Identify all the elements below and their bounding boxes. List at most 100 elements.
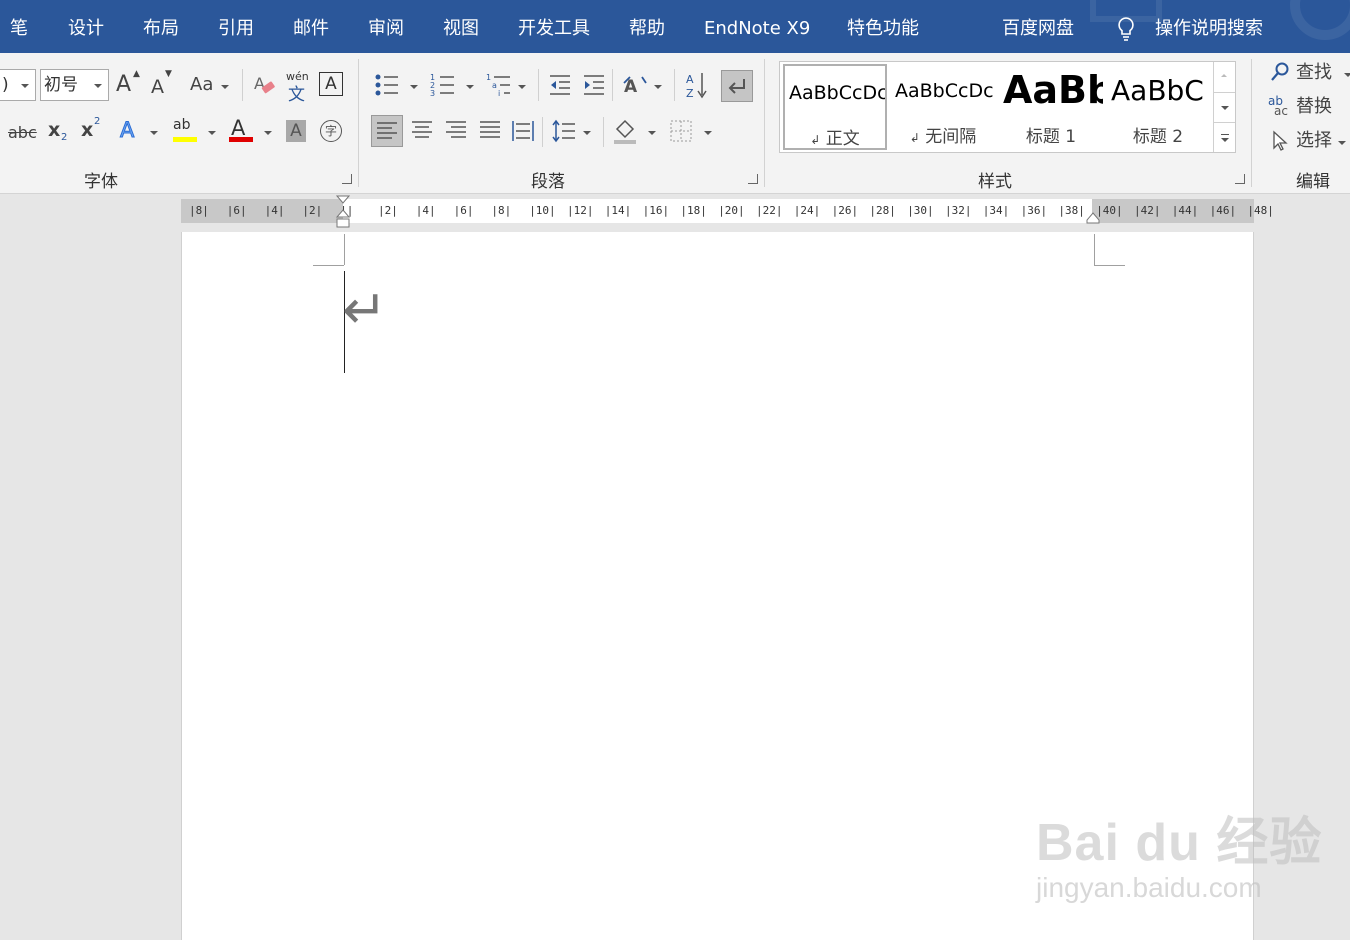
lightbulb-icon[interactable] [1116, 16, 1136, 42]
tab-design[interactable]: 设计 [68, 17, 104, 41]
select-button[interactable]: 选择 [1296, 129, 1332, 153]
tell-me-search[interactable]: 操作说明搜索 [1155, 17, 1263, 41]
tab-developer[interactable]: 开发工具 [518, 17, 590, 41]
tab-view[interactable]: 视图 [443, 17, 479, 41]
chevron-down-icon[interactable] [648, 131, 656, 135]
enclose-characters-button[interactable]: 字 [320, 120, 342, 142]
group-separator [764, 59, 765, 187]
ruler-number: |48| [1247, 204, 1274, 217]
phonetic-guide-button[interactable]: 文 [288, 80, 305, 105]
tab-layout[interactable]: 布局 [143, 17, 179, 41]
clear-formatting-icon[interactable]: A [254, 73, 276, 97]
ruler-number: |6| [453, 204, 474, 217]
style-name: ↲ 无间隔 [909, 127, 977, 147]
search-icon[interactable] [1270, 62, 1290, 82]
highlight-button[interactable]: ab [173, 117, 190, 133]
justify-button[interactable] [478, 119, 502, 143]
gallery-scroll-up[interactable] [1213, 62, 1235, 92]
replace-button[interactable]: 替换 [1296, 95, 1332, 119]
shading-bucket-icon[interactable] [613, 117, 639, 145]
styles-dialog-launcher[interactable] [1235, 174, 1245, 184]
ruler-number: |34| [982, 204, 1010, 217]
chevron-down-icon[interactable] [654, 85, 662, 89]
show-hide-marks-button[interactable] [721, 70, 753, 102]
style-sample: AaBbC [1111, 74, 1204, 107]
chevron-down-icon[interactable] [410, 85, 418, 89]
tab-references[interactable]: 引用 [218, 17, 254, 41]
tab-special-features[interactable]: 特色功能 [847, 17, 919, 41]
decrease-indent-button[interactable] [548, 73, 572, 97]
style-heading-2[interactable]: AaBbC 标题 2 [1107, 64, 1209, 150]
chevron-down-icon[interactable] [264, 131, 272, 135]
select-cursor-icon[interactable] [1272, 130, 1288, 152]
editing-group-label: 编辑 [1296, 172, 1330, 192]
superscript-button[interactable]: x [81, 119, 93, 141]
style-no-spacing[interactable]: AaBbCcDc ↲ 无间隔 [891, 64, 995, 150]
sort-button[interactable]: AZ [684, 71, 710, 99]
chevron-down-icon[interactable] [1338, 141, 1346, 145]
paragraph-group-label: 段落 [531, 172, 565, 192]
horizontal-ruler[interactable]: |8| |6| |4| |2| || |2| |4| |6| |8| |10| |12| |14| |1… [181, 195, 1274, 228]
font-size-combo[interactable]: 初号 [40, 69, 109, 101]
numbering-button[interactable]: 123 [430, 73, 456, 97]
ruler-number: |32| [945, 204, 972, 217]
ruler-number: |14| [604, 204, 632, 217]
chevron-down-icon[interactable] [208, 131, 216, 135]
subscript-button[interactable]: x [48, 119, 60, 141]
ruler-number: |26| [831, 204, 859, 217]
chevron-down-icon[interactable] [466, 85, 474, 89]
change-case-button[interactable]: Aa [190, 73, 213, 97]
strikethrough-button[interactable]: abc [8, 123, 37, 142]
styles-gallery: AaBbCcDc ↲ 正文 AaBbCcDc ↲ 无间隔 AaBb 标题 1 A… [779, 61, 1236, 153]
tab-file-partial[interactable]: 笔 [10, 17, 28, 41]
tab-mailings[interactable]: 邮件 [293, 17, 329, 41]
chevron-down-icon[interactable] [518, 85, 526, 89]
divider [538, 69, 539, 101]
align-left-button[interactable] [371, 115, 403, 147]
shrink-font-button[interactable]: A [151, 75, 164, 99]
increase-indent-button[interactable] [582, 73, 606, 97]
align-right-button[interactable] [444, 119, 468, 143]
tab-endnote[interactable]: EndNote X9 [704, 17, 810, 41]
font-name-combo[interactable]: ) [0, 69, 36, 101]
tab-review[interactable]: 审阅 [368, 17, 404, 41]
ruler-number: |4| [264, 204, 285, 217]
tab-help[interactable]: 帮助 [629, 17, 665, 41]
chevron-down-icon[interactable] [1344, 73, 1350, 77]
chevron-down-icon[interactable] [704, 131, 712, 135]
style-heading-1[interactable]: AaBb 标题 1 [999, 64, 1103, 150]
chevron-down-icon[interactable] [150, 131, 158, 135]
ruler-number: |4| [415, 204, 436, 217]
svg-text:Z: Z [686, 87, 694, 99]
chevron-down-icon[interactable] [221, 85, 229, 89]
paragraph-dialog-launcher[interactable] [748, 174, 758, 184]
gallery-more[interactable] [1213, 122, 1235, 152]
superscript-mark: 2 [94, 116, 101, 127]
style-normal[interactable]: AaBbCcDc ↲ 正文 [783, 64, 887, 150]
divider [612, 69, 613, 101]
gallery-scroll-down[interactable] [1213, 92, 1235, 122]
distributed-button[interactable] [511, 119, 535, 143]
right-indent-marker-icon[interactable] [1086, 212, 1100, 224]
ribbon-tab-bar: 笔 设计 布局 引用 邮件 审阅 视图 开发工具 帮助 EndNote X9 特… [0, 0, 1350, 53]
indent-markers-icon[interactable] [336, 195, 350, 229]
text-effects-button[interactable]: A [119, 118, 134, 143]
borders-button[interactable] [669, 119, 693, 143]
ruler-number: |10| [529, 204, 556, 217]
tab-baidu-netdisk[interactable]: 百度网盘 [1002, 17, 1074, 41]
character-border-button[interactable]: A [319, 72, 343, 96]
multilevel-list-button[interactable]: 1ai [486, 73, 512, 97]
grow-font-button[interactable]: A [116, 73, 131, 97]
font-dialog-launcher[interactable] [342, 174, 352, 184]
chevron-down-icon[interactable] [583, 131, 591, 135]
group-separator [358, 59, 359, 187]
find-button[interactable]: 查找 [1296, 61, 1332, 85]
down-triangle-icon: ▼ [165, 69, 172, 79]
svg-text:1: 1 [486, 73, 491, 82]
bullets-button[interactable] [374, 73, 400, 97]
align-center-button[interactable] [410, 119, 434, 143]
line-spacing-button[interactable] [551, 119, 577, 143]
character-shading-button[interactable]: A [286, 120, 306, 142]
chinese-layout-button[interactable]: A [622, 73, 648, 97]
watermark-url: jingyan.baidu.com [1036, 872, 1262, 903]
